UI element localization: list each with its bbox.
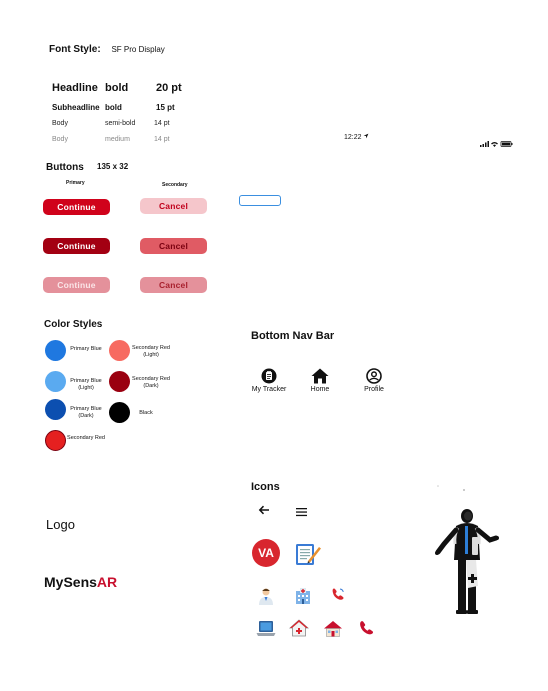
nav-item-label: Home xyxy=(310,386,330,393)
color-styles-title: Color Styles xyxy=(44,319,103,330)
phone-handset-icon xyxy=(358,620,374,641)
swatch-label: Secondary Red (Dark) xyxy=(132,376,170,389)
cancel-button-label: Cancel xyxy=(158,280,189,290)
cancel-button-label: Cancel xyxy=(158,201,189,211)
status-icons xyxy=(480,141,513,147)
continue-button-label: Continue xyxy=(57,241,96,251)
logo-wordmark: MySensAR xyxy=(44,574,117,590)
swatch-label: Secondary Red (Light) xyxy=(132,345,170,358)
subheadline-size: 15 pt xyxy=(156,103,175,112)
swatch-secondary-red xyxy=(45,430,66,451)
phone-call-icon xyxy=(331,587,345,606)
swatch-label: Secondary Red xyxy=(67,435,105,441)
continue-button-label: Continue xyxy=(57,280,96,290)
clipboard-icon xyxy=(261,368,277,384)
notepad-icon xyxy=(294,541,322,572)
house-icon xyxy=(323,620,343,642)
secondary-header: Secondary xyxy=(162,182,188,188)
swatch-primary-blue xyxy=(45,340,66,361)
nav-item-profile[interactable]: Profile xyxy=(349,368,399,393)
swatch-label: Primary Blue (Light) xyxy=(70,378,102,391)
nav-item-label: Profile xyxy=(364,386,384,393)
buttons-size: 135 x 32 xyxy=(97,162,129,171)
continue-button-disabled[interactable]: Continue xyxy=(43,277,110,293)
nav-item-home[interactable]: Home xyxy=(295,368,345,393)
cancel-button-disabled[interactable]: Cancel xyxy=(140,277,207,293)
buttons-title: Buttons xyxy=(46,162,84,173)
doctor-robot-illustration xyxy=(428,482,502,623)
va-badge-icon: VA xyxy=(252,539,280,567)
headline-size: 20 pt xyxy=(156,82,182,94)
home-icon xyxy=(311,368,329,384)
body-semibold-name: Body xyxy=(52,120,68,127)
swatch-primary-blue-light xyxy=(45,371,66,392)
cancel-button[interactable]: Cancel xyxy=(140,198,207,214)
nav-item-label: My Tracker xyxy=(251,386,287,393)
font-style-label: Font Style: xyxy=(49,44,101,55)
continue-button[interactable]: Continue xyxy=(43,199,110,215)
laptop-icon xyxy=(256,620,276,642)
continue-button-label: Continue xyxy=(57,202,96,212)
headline-name: Headline xyxy=(52,82,98,94)
swatch-secondary-red-dark xyxy=(109,371,130,392)
status-time: 12:22 xyxy=(344,133,369,141)
font-style-section: Font Style: SF Pro Display xyxy=(49,44,165,55)
font-style-value: SF Pro Display xyxy=(111,45,165,54)
home-health-icon xyxy=(288,619,310,642)
swatch-label: Primary Blue (Dark) xyxy=(70,406,102,419)
body-medium-name: Body xyxy=(52,136,68,143)
hospital-icon xyxy=(294,587,312,610)
status-indicators xyxy=(480,134,514,152)
swatch-label: Primary Blue xyxy=(70,346,102,352)
swatch-secondary-red-light xyxy=(109,340,130,361)
cancel-button-pressed[interactable]: Cancel xyxy=(140,238,207,254)
logo-wordmark-suffix: AR xyxy=(96,574,118,590)
body-semibold-size: 14 pt xyxy=(154,120,170,127)
cancel-button-label: Cancel xyxy=(158,241,189,251)
nav-item-my-tracker[interactable]: My Tracker xyxy=(244,368,294,393)
primary-header: Primary xyxy=(66,180,85,186)
subheadline-weight: bold xyxy=(105,103,122,112)
va-badge-text: VA xyxy=(258,546,274,560)
icons-title: Icons xyxy=(251,481,280,493)
swatch-label: Black xyxy=(139,410,153,416)
logo-title: Logo xyxy=(46,517,75,532)
outline-button[interactable] xyxy=(239,195,281,206)
back-arrow-icon[interactable] xyxy=(258,503,270,521)
body-medium-weight: medium xyxy=(105,136,130,143)
profile-icon xyxy=(366,368,382,384)
body-semibold-weight: semi-bold xyxy=(105,120,136,127)
subheadline-name: Subheadline xyxy=(52,103,100,112)
doctor-icon xyxy=(257,587,275,610)
status-time-text: 12:22 xyxy=(344,134,362,141)
continue-button-pressed[interactable]: Continue xyxy=(43,238,110,254)
swatch-primary-blue-dark xyxy=(45,399,66,420)
location-arrow-icon xyxy=(363,133,369,141)
body-medium-size: 14 pt xyxy=(154,136,170,143)
bottom-nav-title: Bottom Nav Bar xyxy=(251,330,335,342)
logo-wordmark-prefix: MySens xyxy=(44,574,97,590)
headline-weight: bold xyxy=(105,82,129,94)
menu-icon[interactable] xyxy=(296,504,307,522)
